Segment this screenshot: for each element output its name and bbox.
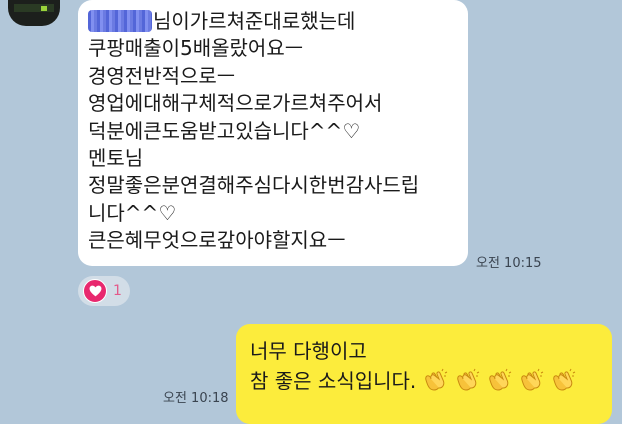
redacted-name (88, 10, 152, 32)
outgoing-timestamp: 오전 10:18 (163, 391, 229, 406)
message-line: 정말좋은분연결해주심다시한번감사드립 (88, 173, 420, 198)
message-line: 님이가르쳐준대로했는데 (88, 8, 454, 35)
avatar-logo (41, 6, 47, 11)
message-line: 너무 다행이고 (250, 339, 367, 363)
clapping-hands-icon (486, 368, 512, 392)
message-line-text: 님이가르쳐준대로했는데 (153, 9, 356, 33)
clap-emoji-group (416, 368, 576, 393)
incoming-timestamp: 오전 10:15 (476, 256, 542, 271)
incoming-message-bubble[interactable]: 님이가르쳐준대로했는데 쿠팡매출이5배올랐어요ㅡ 경영전반적으로ㅡ 영업에대해구… (78, 0, 468, 266)
outgoing-message-bubble[interactable]: 너무 다행이고 참 좋은 소식입니다. (236, 324, 612, 424)
avatar-shirt (14, 4, 54, 12)
message-line: 큰은혜무엇으로갚아야할지요ㅡ (88, 228, 346, 253)
message-line: 참 좋은 소식입니다. (250, 366, 600, 396)
reaction-count: 1 (113, 283, 122, 299)
message-line: 니다^^♡ (88, 200, 177, 225)
message-line-text: 참 좋은 소식입니다. (250, 369, 417, 393)
clapping-hands-icon (422, 368, 448, 392)
message-line: 멘토님 (88, 146, 144, 171)
clapping-hands-icon (518, 368, 544, 392)
message-line: 쿠팡매출이5배올랐어요ㅡ (88, 36, 304, 61)
message-line: 경영전반적으로ㅡ (88, 63, 236, 88)
clapping-hands-icon (550, 368, 576, 392)
heart-icon (83, 279, 107, 303)
clapping-hands-icon (454, 368, 480, 392)
message-line: 덕분에큰도움받고있습니다^^♡ (88, 118, 361, 143)
sender-avatar[interactable] (8, 0, 60, 26)
message-line: 영업에대해구체적으로가르쳐주어서 (88, 91, 383, 116)
reaction-badge[interactable]: 1 (78, 276, 130, 306)
